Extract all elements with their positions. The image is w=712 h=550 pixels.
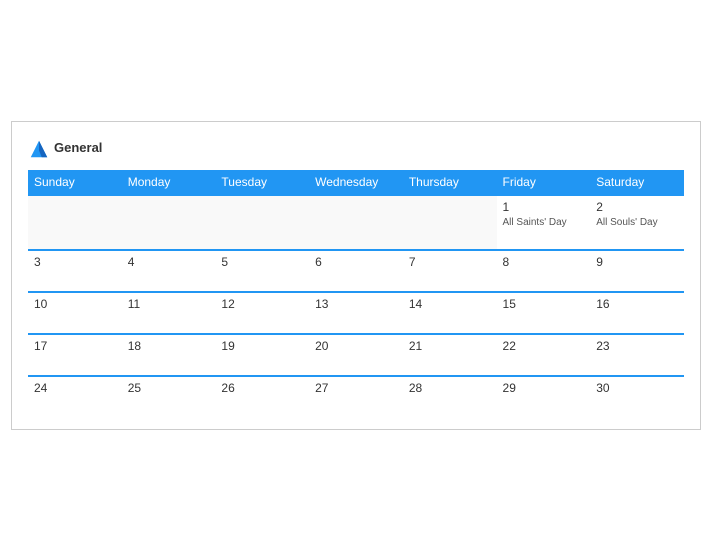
day-number: 8 <box>503 255 585 269</box>
calendar-cell: 1 All Saints' Day <box>497 195 591 250</box>
calendar-header: General <box>28 138 684 160</box>
calendar-cell: 13 <box>309 292 403 334</box>
calendar-cell: 22 <box>497 334 591 376</box>
week-row-1: 3456789 <box>28 250 684 292</box>
day-number: 28 <box>409 381 491 395</box>
day-number: 17 <box>34 339 116 353</box>
logo-icon <box>28 138 50 160</box>
calendar-thead: SundayMondayTuesdayWednesdayThursdayFrid… <box>28 170 684 195</box>
calendar-container: General SundayMondayTuesdayWednesdayThur… <box>11 121 701 430</box>
calendar-cell: 26 <box>215 376 309 417</box>
day-number: 25 <box>128 381 210 395</box>
day-number: 22 <box>503 339 585 353</box>
day-number: 18 <box>128 339 210 353</box>
day-number: 27 <box>315 381 397 395</box>
calendar-cell: 23 <box>590 334 684 376</box>
calendar-cell: 5 <box>215 250 309 292</box>
week-row-2: 10 11 12 13 14 15 16 <box>28 292 684 334</box>
day-number: 23 <box>596 339 678 353</box>
day-number: 30 <box>596 381 678 395</box>
day-number: 14 <box>409 297 491 311</box>
calendar-cell: 14 <box>403 292 497 334</box>
calendar-cell: 11 <box>122 292 216 334</box>
calendar-cell: 9 <box>590 250 684 292</box>
day-number: 24 <box>34 381 116 395</box>
day-header-thursday: Thursday <box>403 170 497 195</box>
day-header-monday: Monday <box>122 170 216 195</box>
calendar-cell: 19 <box>215 334 309 376</box>
day-number: 7 <box>409 255 491 269</box>
week-row-4: 24 25 26 27 28 29 30 <box>28 376 684 417</box>
day-number: 19 <box>221 339 303 353</box>
calendar-cell: 12 <box>215 292 309 334</box>
day-header-saturday: Saturday <box>590 170 684 195</box>
day-number: 10 <box>34 297 116 311</box>
calendar-cell: 15 <box>497 292 591 334</box>
calendar-cell: 8 <box>497 250 591 292</box>
day-number: 1 <box>503 200 585 214</box>
calendar-cell: 16 <box>590 292 684 334</box>
day-number: 5 <box>221 255 303 269</box>
logo-text: General <box>54 141 102 155</box>
calendar-cell: 3 <box>28 250 122 292</box>
day-number: 15 <box>503 297 585 311</box>
day-header-sunday: Sunday <box>28 170 122 195</box>
day-number: 2 <box>596 200 678 214</box>
calendar-cell: 28 <box>403 376 497 417</box>
day-number: 13 <box>315 297 397 311</box>
day-number: 9 <box>596 255 678 269</box>
calendar-cell: 21 <box>403 334 497 376</box>
calendar-cell: 2 All Souls' Day <box>590 195 684 250</box>
day-number: 26 <box>221 381 303 395</box>
day-number: 21 <box>409 339 491 353</box>
calendar-tbody: 1All Saints' Day2All Souls' Day345678910… <box>28 195 684 417</box>
day-number: 16 <box>596 297 678 311</box>
calendar-cell: 4 <box>122 250 216 292</box>
day-header-wednesday: Wednesday <box>309 170 403 195</box>
week-row-3: 17 18 19 20 21 22 23 <box>28 334 684 376</box>
calendar-cell: 17 <box>28 334 122 376</box>
day-header-tuesday: Tuesday <box>215 170 309 195</box>
calendar-cell: 24 <box>28 376 122 417</box>
day-number: 11 <box>128 297 210 311</box>
calendar-cell <box>215 195 309 250</box>
week-row-0: 1 All Saints' Day 2 All Souls' Day <box>28 195 684 250</box>
day-number: 20 <box>315 339 397 353</box>
calendar-cell: 20 <box>309 334 403 376</box>
calendar-cell <box>309 195 403 250</box>
calendar-cell <box>122 195 216 250</box>
holiday-label: All Saints' Day <box>503 216 585 229</box>
holiday-label: All Souls' Day <box>596 216 678 229</box>
calendar-cell: 25 <box>122 376 216 417</box>
calendar-cell: 10 <box>28 292 122 334</box>
day-header-friday: Friday <box>497 170 591 195</box>
calendar-cell: 30 <box>590 376 684 417</box>
calendar-cell <box>28 195 122 250</box>
logo: General <box>28 138 102 160</box>
calendar-table: SundayMondayTuesdayWednesdayThursdayFrid… <box>28 170 684 417</box>
day-number: 12 <box>221 297 303 311</box>
calendar-cell: 6 <box>309 250 403 292</box>
calendar-cell: 29 <box>497 376 591 417</box>
day-number: 6 <box>315 255 397 269</box>
calendar-cell: 18 <box>122 334 216 376</box>
calendar-cell: 27 <box>309 376 403 417</box>
day-number: 29 <box>503 381 585 395</box>
calendar-cell <box>403 195 497 250</box>
day-number: 3 <box>34 255 116 269</box>
calendar-cell: 7 <box>403 250 497 292</box>
day-number: 4 <box>128 255 210 269</box>
days-of-week-row: SundayMondayTuesdayWednesdayThursdayFrid… <box>28 170 684 195</box>
